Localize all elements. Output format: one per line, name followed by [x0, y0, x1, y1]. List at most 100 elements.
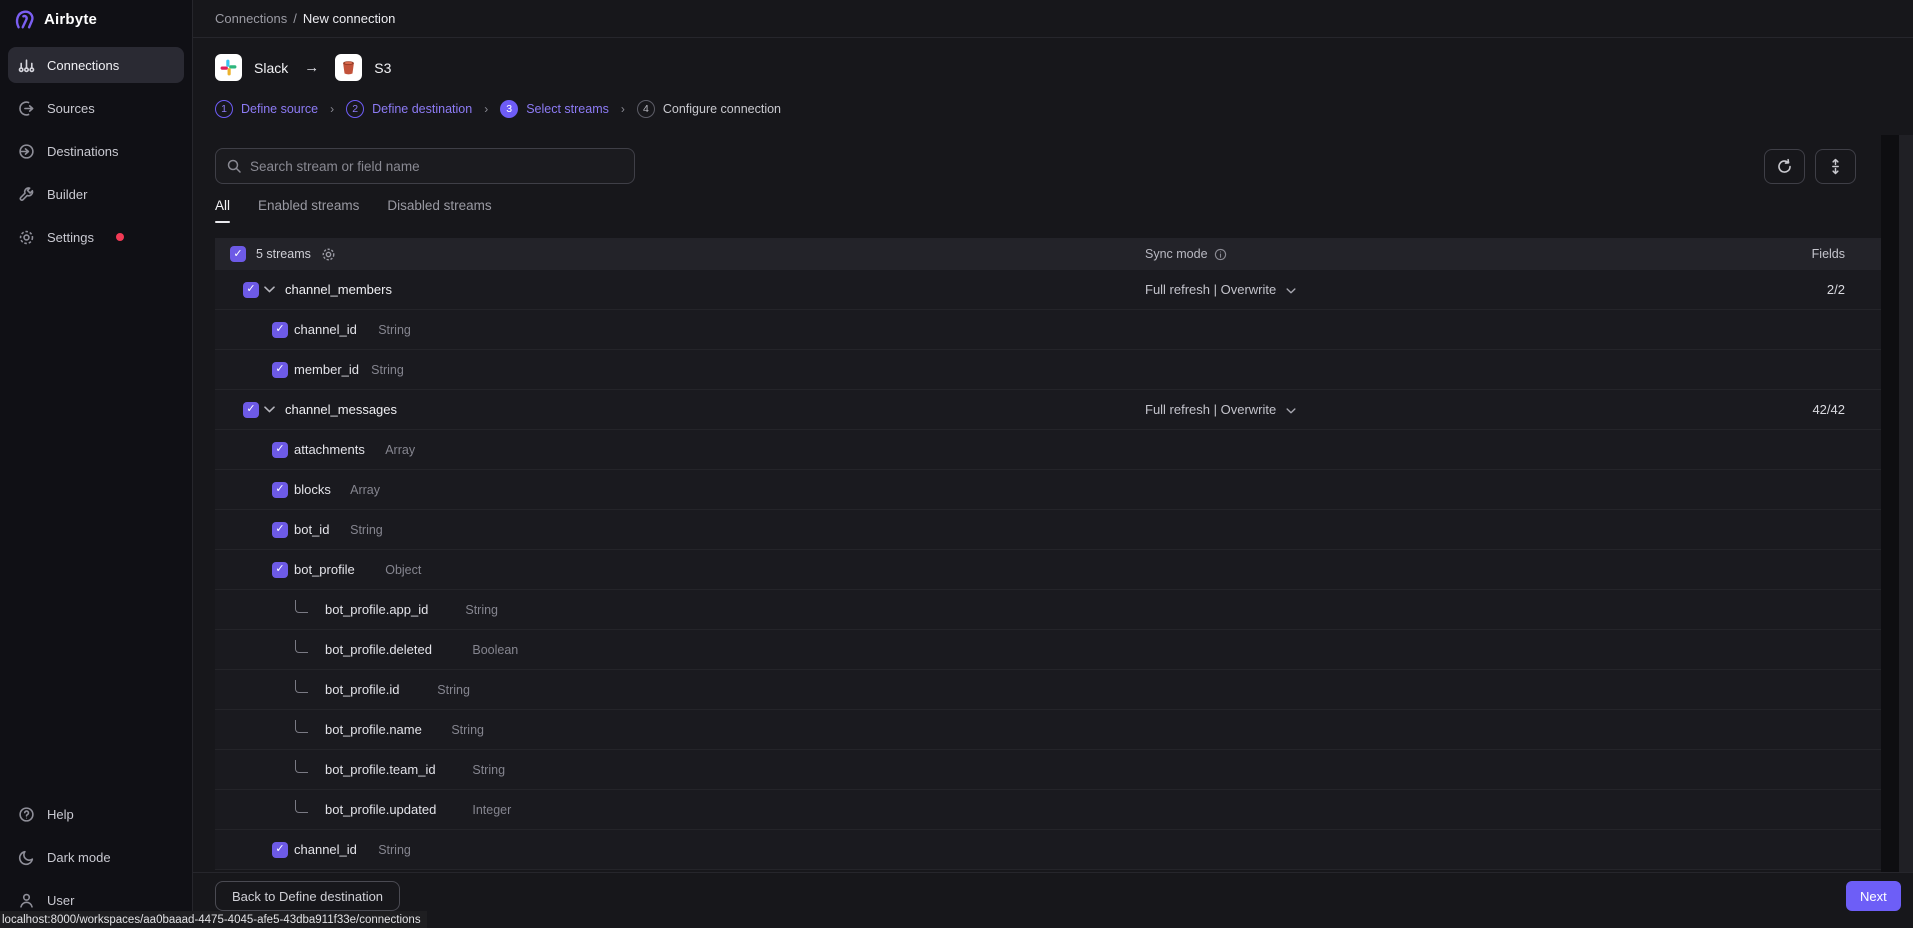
row-checkbox[interactable]: ✓ [272, 562, 288, 578]
table-row: ✓channel_idString [215, 310, 1881, 350]
chevron-down-icon [1286, 402, 1296, 417]
table-row: ✓bot_profileObject [215, 550, 1881, 590]
expand-collapse-button[interactable] [1815, 149, 1856, 184]
vertical-scrollbar[interactable] [1899, 135, 1913, 928]
field-name: channel_id [294, 842, 357, 857]
step-number: 2 [346, 100, 364, 118]
stream-name: channel_messages [285, 402, 397, 417]
streams-count: 5 streams [256, 247, 311, 261]
row-checkbox[interactable]: ✓ [272, 442, 288, 458]
app-title: Airbyte [44, 11, 97, 28]
step-label: Define source [241, 102, 318, 116]
sidebar-item-builder[interactable]: Builder [8, 176, 184, 212]
sync-mode-dropdown[interactable]: Full refresh | Overwrite [1145, 402, 1296, 417]
field-type: String [378, 323, 411, 337]
row-checkbox[interactable]: ✓ [272, 362, 288, 378]
step-define-destination[interactable]: 2 Define destination [346, 100, 472, 118]
sidebar-item-dark-mode[interactable]: Dark mode [8, 839, 184, 875]
arrow-right-icon: → [304, 59, 319, 76]
field-type: Boolean [472, 643, 518, 657]
sidebar-item-label: Settings [47, 230, 94, 245]
tree-branch-icon [295, 640, 308, 653]
slack-icon [215, 54, 242, 81]
sidebar-item-connections[interactable]: Connections [8, 47, 184, 83]
table-row: bot_profile.team_idString [215, 750, 1881, 790]
sync-mode-column-header: Sync mode [1145, 247, 1227, 261]
table-row: bot_profile.nameString [215, 710, 1881, 750]
field-type: String [451, 723, 484, 737]
table-row: bot_profile.app_id String [215, 590, 1881, 630]
check-icon: ✓ [275, 324, 284, 335]
step-define-source[interactable]: 1 Define source [215, 100, 318, 118]
tree-branch-icon [295, 800, 308, 813]
table-row: ✓channel_membersFull refresh | Overwrite… [215, 270, 1881, 310]
table-row: ✓bot_idString [215, 510, 1881, 550]
next-button[interactable]: Next [1846, 881, 1901, 911]
browser-status-url: localhost:8000/workspaces/aa0baaad-4475-… [0, 911, 427, 928]
chevron-down-icon[interactable] [264, 286, 275, 293]
field-type: String [437, 683, 470, 697]
fields-count: 2/2 [1827, 282, 1845, 297]
field-type: Array [385, 443, 415, 457]
sync-mode-dropdown[interactable]: Full refresh | Overwrite [1145, 282, 1296, 297]
tree-branch-icon [295, 600, 308, 613]
info-icon[interactable] [1214, 248, 1227, 261]
streams-table: ✓ 5 streams Sync mode Fields ✓channel_me… [215, 238, 1881, 870]
field-name: bot_profile.deleted [325, 642, 432, 657]
sidebar-nav: Connections Sources Destinations [0, 38, 192, 264]
tab-enabled-streams[interactable]: Enabled streams [258, 198, 359, 223]
table-settings-gear-icon[interactable] [321, 247, 336, 262]
tab-disabled-streams[interactable]: Disabled streams [387, 198, 491, 223]
field-name: bot_profile [294, 562, 355, 577]
tree-branch-icon [295, 760, 308, 773]
field-name: bot_profile.updated [325, 802, 436, 817]
step-label: Define destination [372, 102, 472, 116]
table-row: ✓attachmentsArray [215, 430, 1881, 470]
row-checkbox[interactable]: ✓ [272, 322, 288, 338]
row-checkbox[interactable]: ✓ [272, 842, 288, 858]
field-name: member_id [294, 362, 359, 377]
step-number: 3 [500, 100, 518, 118]
row-checkbox[interactable]: ✓ [272, 522, 288, 538]
sidebar-item-label: Connections [47, 58, 119, 73]
wrench-icon [18, 186, 35, 203]
sidebar-bottom-nav: Help Dark mode User [0, 787, 192, 928]
sidebar-item-sources[interactable]: Sources [8, 90, 184, 126]
chevron-down-icon[interactable] [264, 406, 275, 413]
sync-mode-value: Full refresh | Overwrite [1145, 282, 1276, 297]
breadcrumb-parent[interactable]: Connections [215, 11, 287, 26]
sidebar-item-label: Dark mode [47, 850, 111, 865]
stream-search [215, 148, 635, 184]
streams-table-header: ✓ 5 streams Sync mode Fields [215, 238, 1881, 270]
refresh-schema-button[interactable] [1764, 149, 1805, 184]
breadcrumb-separator: / [293, 11, 297, 26]
step-select-streams[interactable]: 3 Select streams [500, 100, 609, 118]
step-number: 1 [215, 100, 233, 118]
search-input[interactable] [250, 159, 624, 174]
field-name: bot_profile.app_id [325, 602, 428, 617]
sidebar-item-help[interactable]: Help [8, 796, 184, 832]
bottom-action-bar: Back to Define destination Next [193, 872, 1913, 928]
step-indicator: 1 Define source › 2 Define destination ›… [215, 100, 781, 118]
row-checkbox[interactable]: ✓ [243, 282, 259, 298]
sidebar: Airbyte Connections Sources [0, 0, 193, 928]
back-button[interactable]: Back to Define destination [215, 881, 400, 911]
table-row: bot_profile.updatedInteger [215, 790, 1881, 830]
sidebar-item-settings[interactable]: Settings [8, 219, 184, 255]
row-checkbox[interactable]: ✓ [243, 402, 259, 418]
source-icon [18, 100, 35, 117]
step-configure-connection[interactable]: 4 Configure connection [637, 100, 781, 118]
tab-all[interactable]: All [215, 198, 230, 223]
row-checkbox[interactable]: ✓ [272, 482, 288, 498]
step-label: Configure connection [663, 102, 781, 116]
field-name: blocks [294, 482, 331, 497]
sidebar-item-label: User [47, 893, 74, 908]
step-separator: › [621, 102, 625, 116]
streams-table-body: ✓channel_membersFull refresh | Overwrite… [215, 270, 1881, 870]
app-logo[interactable]: Airbyte [0, 0, 192, 38]
sidebar-item-destinations[interactable]: Destinations [8, 133, 184, 169]
table-row: bot_profile.deleted Boolean [215, 630, 1881, 670]
table-row: ✓ channel_messages Full refresh | Overwrit… [215, 390, 1881, 430]
select-all-checkbox[interactable]: ✓ [230, 246, 246, 262]
field-type: String [465, 603, 498, 617]
